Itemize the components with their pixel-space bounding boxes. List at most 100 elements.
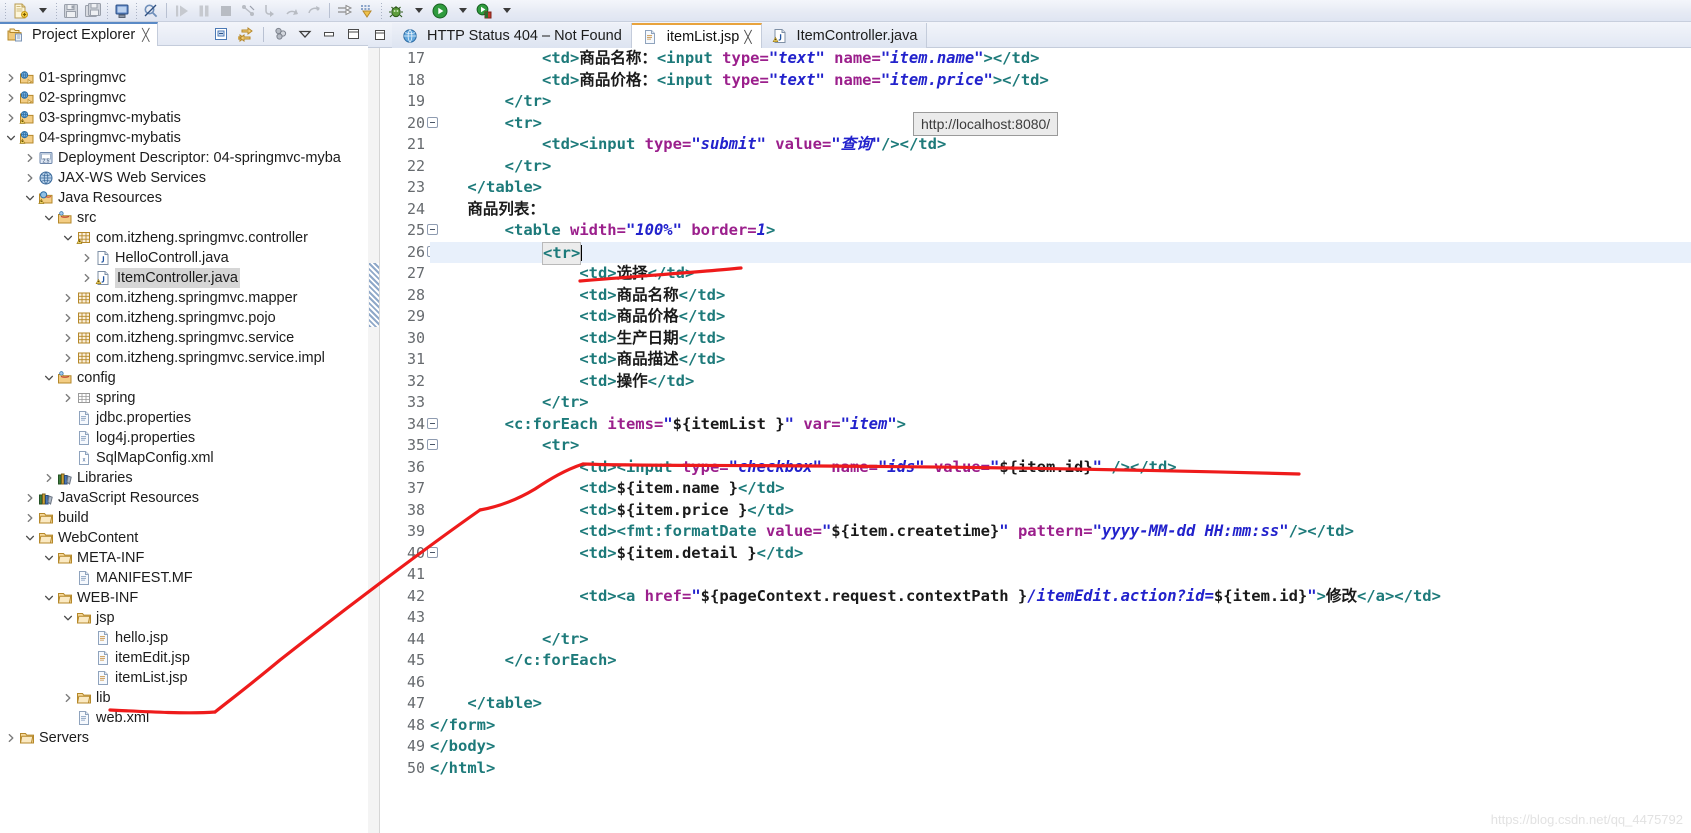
close-icon[interactable]: ╳ <box>744 30 751 44</box>
line-number[interactable]: 38 <box>381 500 428 522</box>
tree-item-log4j-properties[interactable]: log4j.properties <box>0 428 368 448</box>
code-editor[interactable]: 17 18 19 20 21 22 23 24 25 26 27 28 29 30 31 32 33 34 35 36… <box>368 48 1691 833</box>
terminate-icon[interactable] <box>215 1 237 21</box>
tree-item-manifest-mf[interactable]: MANIFEST.MF <box>0 568 368 588</box>
quick-access-icon[interactable] <box>140 1 162 21</box>
chevron-right-icon[interactable] <box>4 108 18 128</box>
line-number[interactable]: 45 <box>381 650 428 672</box>
code-line[interactable]: </c:forEach> <box>430 650 1691 672</box>
open-type-icon[interactable] <box>334 1 356 21</box>
code-line[interactable]: </tr> <box>430 91 1691 113</box>
line-number[interactable]: 44 <box>381 629 428 651</box>
chevron-down-icon[interactable] <box>61 608 75 628</box>
chevron-down-icon[interactable] <box>42 588 56 608</box>
tree-item-jax-ws-web-services[interactable]: JAX-WS Web Services <box>0 168 368 188</box>
save-all-icon[interactable] <box>82 1 104 21</box>
view-menu-icon[interactable] <box>294 24 316 44</box>
tree-item-src[interactable]: src <box>0 208 368 228</box>
chevron-down-icon[interactable] <box>4 128 18 148</box>
disconnect-icon[interactable] <box>237 1 259 21</box>
line-number[interactable]: 42 <box>381 586 428 608</box>
new-wizard-icon[interactable] <box>9 1 31 21</box>
code-line[interactable]: </tr> <box>430 156 1691 178</box>
editor-tab-http-status-404-not-found[interactable]: HTTP Status 404 – Not Found <box>392 23 632 48</box>
code-line[interactable]: <td>商品名称：<input type="text" name="item.n… <box>430 48 1691 70</box>
view-menu-filter-icon[interactable] <box>270 24 292 44</box>
code-line[interactable]: <td>${item.detail }</td> <box>430 543 1691 565</box>
tree-item-04-springmvc-mybatis[interactable]: 04-springmvc-mybatis <box>0 128 368 148</box>
tree-item-servers[interactable]: Servers <box>0 728 368 748</box>
code-line[interactable]: <td><input type="submit" value="查询"/></t… <box>430 134 1691 156</box>
code-line[interactable]: <td><input type="checkbox" name="ids" va… <box>430 457 1691 479</box>
code-line[interactable]: </table> <box>430 177 1691 199</box>
line-number[interactable]: 48 <box>381 715 428 737</box>
code-line[interactable] <box>430 607 1691 629</box>
open-resource-icon[interactable] <box>356 1 378 21</box>
chevron-down-icon[interactable] <box>23 528 37 548</box>
maximize-view-icon[interactable] <box>342 24 364 44</box>
minimize-view-icon[interactable] <box>318 24 340 44</box>
line-number[interactable]: 33 <box>381 392 428 414</box>
chevron-right-icon[interactable] <box>61 348 75 368</box>
code-line[interactable]: </form> <box>430 715 1691 737</box>
code-line[interactable] <box>430 672 1691 694</box>
line-number[interactable]: 30 <box>381 328 428 350</box>
code-line[interactable]: </tr> <box>430 392 1691 414</box>
editor-tabs[interactable]: HTTP Status 404 – Not Found itemList.jsp ╳… <box>392 22 928 48</box>
line-number[interactable]: 49 <box>381 736 428 758</box>
step-over-icon[interactable] <box>281 1 303 21</box>
code-line[interactable]: <td>选择</td> <box>430 263 1691 285</box>
chevron-right-icon[interactable] <box>4 88 18 108</box>
print-icon[interactable] <box>111 1 133 21</box>
suspend-icon[interactable] <box>193 1 215 21</box>
code-line[interactable]: <td><a href="${pageContext.request.conte… <box>430 586 1691 608</box>
code-text[interactable]: <td>商品名称：<input type="text" name="item.n… <box>430 48 1691 833</box>
chevron-down-icon[interactable] <box>42 208 56 228</box>
tree-item-web-inf[interactable]: WEB-INF <box>0 588 368 608</box>
code-line[interactable]: <td>操作</td> <box>430 371 1691 393</box>
line-number[interactable]: 17 <box>381 48 428 70</box>
code-line[interactable]: <table width="100%" border=1> <box>430 220 1691 242</box>
line-number[interactable]: 22 <box>381 156 428 178</box>
line-number[interactable]: 50 <box>381 758 428 780</box>
code-line[interactable]: <td>商品描述</td> <box>430 349 1691 371</box>
chevron-right-icon[interactable] <box>4 68 18 88</box>
code-line[interactable]: <td>商品价格</td> <box>430 306 1691 328</box>
code-line[interactable]: <td>${item.price }</td> <box>430 500 1691 522</box>
tree-item-java-resources[interactable]: Java Resources <box>0 188 368 208</box>
tree-item-build[interactable]: build <box>0 508 368 528</box>
line-number[interactable]: 24 <box>381 199 428 221</box>
chevron-right-icon[interactable] <box>80 248 94 268</box>
code-line[interactable]: <td>生产日期</td> <box>430 328 1691 350</box>
step-into-icon[interactable] <box>259 1 281 21</box>
tree-item-lib[interactable]: lib <box>0 688 368 708</box>
tree-item-03-springmvc-mybatis[interactable]: 03-springmvc-mybatis <box>0 108 368 128</box>
tree-item-javascript-resources[interactable]: JavaScript Resources <box>0 488 368 508</box>
tree-item-itemcontroller-java[interactable]: ItemController.java <box>0 268 368 288</box>
chevron-right-icon[interactable] <box>61 328 75 348</box>
line-number[interactable]: 36 <box>381 457 428 479</box>
close-icon[interactable]: ╳ <box>142 28 149 42</box>
chevron-down-icon[interactable] <box>42 368 56 388</box>
chevron-right-icon[interactable] <box>61 308 75 328</box>
tree-item-spring[interactable]: spring <box>0 388 368 408</box>
line-number[interactable]: 27 <box>381 263 428 285</box>
tree-item-com-itzheng-springmvc-controller[interactable]: com.itzheng.springmvc.controller <box>0 228 368 248</box>
chevron-down-icon[interactable] <box>42 548 56 568</box>
line-number[interactable]: 47 <box>381 693 428 715</box>
line-number[interactable]: 32 <box>381 371 428 393</box>
chevron-right-icon[interactable] <box>23 168 37 188</box>
line-number[interactable]: 20 <box>381 113 438 135</box>
tree-item-hello-jsp[interactable]: hello.jsp <box>0 628 368 648</box>
tree-item-jdbc-properties[interactable]: jdbc.properties <box>0 408 368 428</box>
line-number[interactable]: 37 <box>381 478 428 500</box>
tree-item-com-itzheng-springmvc-service[interactable]: com.itzheng.springmvc.service <box>0 328 368 348</box>
tree-item-deployment-descriptor-04-springmvc-myba[interactable]: 2.5 Deployment Descriptor: 04-springmvc-m… <box>0 148 368 168</box>
new-dropdown-arrow[interactable] <box>31 1 53 21</box>
resume-icon[interactable] <box>171 1 193 21</box>
run-external-icon[interactable] <box>473 1 495 21</box>
chevron-right-icon[interactable] <box>61 688 75 708</box>
code-line[interactable]: <tr> <box>430 241 1691 265</box>
code-line[interactable]: </html> <box>430 758 1691 780</box>
line-number[interactable]: 19 <box>381 91 428 113</box>
